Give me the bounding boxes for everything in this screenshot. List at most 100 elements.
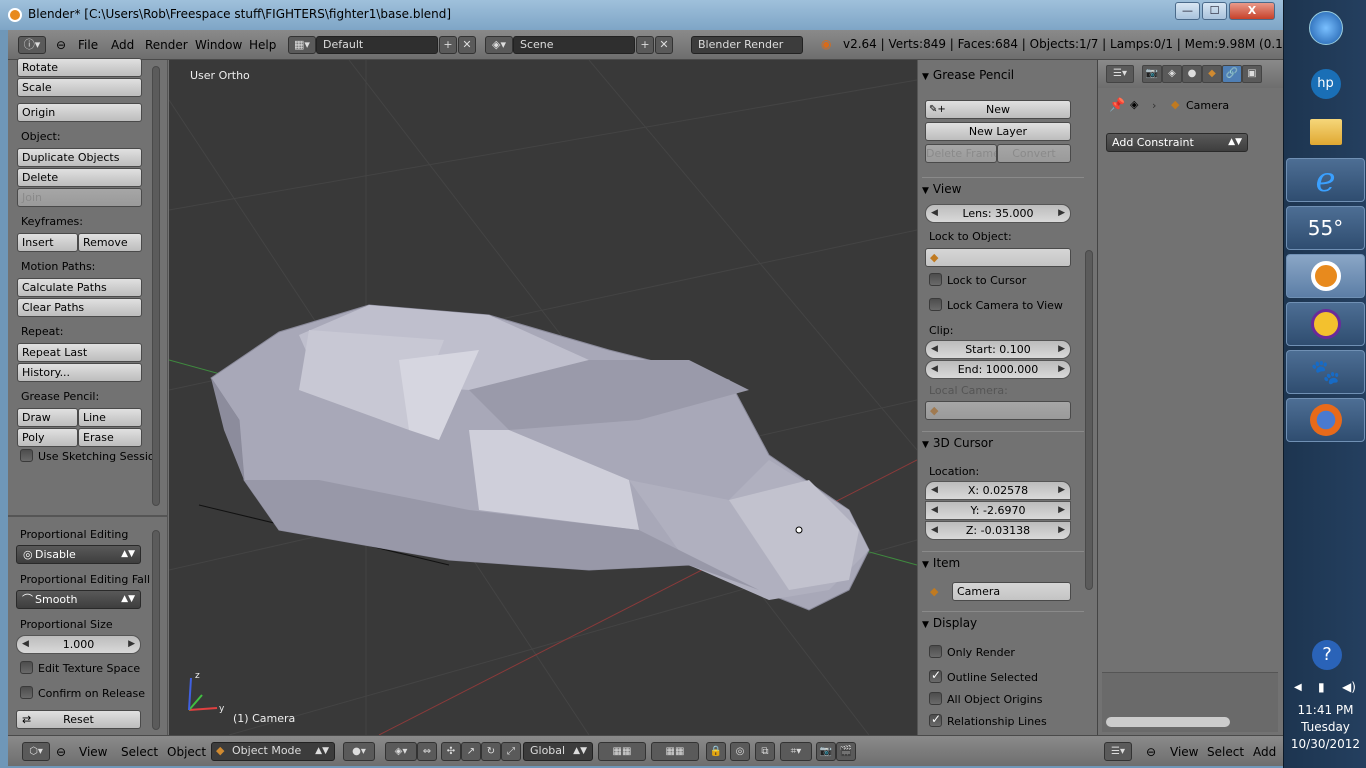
reset-button[interactable]: ⇄ Reset xyxy=(16,710,141,729)
render-tab-icon[interactable]: 📷 xyxy=(1142,65,1162,83)
menu-select[interactable]: Select xyxy=(121,745,158,759)
clear-paths-button[interactable]: Clear Paths xyxy=(17,298,142,317)
render-anim-icon[interactable]: 🎬 xyxy=(836,742,856,761)
mode-dropdown[interactable]: ◆ Object Mode ▲▼ xyxy=(211,742,335,761)
snap-icon[interactable]: ⧉ xyxy=(755,742,775,761)
menu-object[interactable]: Object xyxy=(167,745,206,759)
help-tray-icon[interactable]: ? xyxy=(1312,640,1342,670)
menu-add[interactable]: Add xyxy=(111,38,134,52)
lock-object-field[interactable]: ◆ xyxy=(925,248,1071,267)
proportional-editing-select[interactable]: ◎ Disable ▲▼ xyxy=(16,545,141,564)
tray-expand-icon[interactable]: ◀ xyxy=(1294,682,1302,693)
menu-render[interactable]: Render xyxy=(145,38,188,52)
history-button[interactable]: History... xyxy=(17,363,142,382)
proportional-falloff-select[interactable]: ⌒ Smooth ▲▼ xyxy=(16,590,141,609)
proportional-size-field[interactable]: ◀ 1.000 ▶ xyxy=(16,635,141,654)
render-engine-dropdown[interactable]: Blender Render xyxy=(691,36,803,54)
gimp-taskbar-icon[interactable]: 🐾 xyxy=(1286,350,1365,394)
power-tray-icon[interactable]: ▮ xyxy=(1318,680,1325,694)
menu-file[interactable]: File xyxy=(78,38,98,52)
insert-keyframe-button[interactable]: Insert xyxy=(17,233,78,252)
data-tab-icon[interactable]: ▣ xyxy=(1242,65,1262,83)
delete-frame-button[interactable]: Delete Frame xyxy=(925,144,997,163)
close-button[interactable]: X xyxy=(1229,2,1275,20)
clip-end-field[interactable]: ◀ End: 1000.000 ▶ xyxy=(925,360,1071,379)
3d-cursor-header[interactable]: ▼ 3D Cursor xyxy=(922,431,1084,453)
join-button[interactable]: Join xyxy=(17,188,142,207)
clock-time[interactable]: 11:41 PM xyxy=(1284,703,1366,717)
editor-type-icon[interactable]: ⬡▾ xyxy=(22,742,50,761)
origin-button[interactable]: Origin xyxy=(17,103,142,122)
add-constraint-dropdown[interactable]: Add Constraint ▲▼ xyxy=(1106,133,1248,152)
add-scene-icon[interactable]: + xyxy=(636,36,654,54)
translate-icon[interactable]: ↗ xyxy=(461,742,481,761)
explorer-taskbar-icon[interactable] xyxy=(1286,110,1365,154)
horizontal-scrollbar[interactable] xyxy=(1106,717,1230,727)
all-origins-checkbox[interactable] xyxy=(929,692,942,705)
collapse-menu-icon[interactable]: ⊖ xyxy=(1146,745,1156,759)
rotate-icon[interactable]: ↻ xyxy=(481,742,501,761)
calculate-paths-button[interactable]: Calculate Paths xyxy=(17,278,142,297)
volume-tray-icon[interactable]: ◀) xyxy=(1342,680,1356,694)
n-panel-scrollbar[interactable] xyxy=(1085,250,1093,590)
menu-select-right[interactable]: Select xyxy=(1207,745,1244,759)
hp-taskbar-icon[interactable]: hp xyxy=(1286,62,1365,106)
scene-dropdown[interactable]: Scene xyxy=(513,36,635,54)
item-header[interactable]: ▼ Item xyxy=(922,551,1084,573)
cursor-z-field[interactable]: ◀ Z: -0.03138 ▶ xyxy=(925,521,1071,540)
scene-icon[interactable]: ◈▾ xyxy=(485,36,513,54)
screen-layout-icon[interactable]: ▦▾ xyxy=(288,36,316,54)
cursor-x-field[interactable]: ◀ X: 0.02578 ▶ xyxy=(925,481,1071,500)
scale-button[interactable]: Scale xyxy=(17,78,142,97)
object-tab-icon[interactable]: ◆ xyxy=(1202,65,1222,83)
duplicate-objects-button[interactable]: Duplicate Objects xyxy=(17,148,142,167)
lock-layers-icon[interactable]: 🔒 xyxy=(706,742,726,761)
pivot-manipulate-icon[interactable]: ⇔ xyxy=(417,742,437,761)
relationship-lines-checkbox[interactable] xyxy=(929,712,942,727)
shading-icon[interactable]: ●▾ xyxy=(343,742,375,761)
pin-icon[interactable]: 📌 xyxy=(1109,98,1125,113)
remove-layout-icon[interactable]: ✕ xyxy=(458,36,476,54)
delete-button[interactable]: Delete xyxy=(17,168,142,187)
constraints-tab-icon[interactable]: 🔗 xyxy=(1222,65,1242,83)
menu-view[interactable]: View xyxy=(79,745,107,759)
minimize-button[interactable]: — xyxy=(1175,2,1200,20)
tool-shelf-scrollbar[interactable] xyxy=(152,66,160,506)
collapse-menu-icon[interactable]: ⊖ xyxy=(56,38,66,52)
proportional-icon[interactable]: ◎ xyxy=(730,742,750,761)
layers-right-icon[interactable]: ▦▦ xyxy=(651,742,699,761)
menu-help[interactable]: Help xyxy=(249,38,276,52)
confirm-release-checkbox[interactable] xyxy=(20,686,33,699)
lock-camera-checkbox[interactable] xyxy=(929,298,942,311)
lens-field[interactable]: ◀ Lens: 35.000 ▶ xyxy=(925,204,1071,223)
repeat-last-button[interactable]: Repeat Last xyxy=(17,343,142,362)
editor-type-icon[interactable]: ☰▾ xyxy=(1106,65,1134,83)
new-layer-button[interactable]: New Layer xyxy=(925,122,1071,141)
snap-element-icon[interactable]: ⌗▾ xyxy=(780,742,812,761)
outline-selected-checkbox[interactable] xyxy=(929,668,942,683)
world-tab-icon[interactable]: ● xyxy=(1182,65,1202,83)
ie-taskbar-icon[interactable]: e xyxy=(1286,158,1365,202)
menu-window[interactable]: Window xyxy=(195,38,242,52)
grease-pencil-header[interactable]: ▼ Grease Pencil xyxy=(922,68,1084,90)
draw-button[interactable]: Draw xyxy=(17,408,78,427)
pivot-icon[interactable]: ◈▾ xyxy=(385,742,417,761)
start-button[interactable] xyxy=(1286,6,1365,50)
firefox-taskbar-icon[interactable] xyxy=(1286,398,1365,442)
remove-keyframe-button[interactable]: Remove xyxy=(78,233,142,252)
manipulator-icon[interactable]: ✣ xyxy=(441,742,461,761)
clip-start-field[interactable]: ◀ Start: 0.100 ▶ xyxy=(925,340,1071,359)
weather-taskbar-icon[interactable]: 55° xyxy=(1286,206,1365,250)
erase-button[interactable]: Erase xyxy=(78,428,142,447)
display-header[interactable]: ▼ Display xyxy=(922,611,1084,633)
scale-icon[interactable]: ⤢ xyxy=(501,742,521,761)
local-camera-field[interactable]: ◆ xyxy=(925,401,1071,420)
only-render-checkbox[interactable] xyxy=(929,645,942,658)
remove-scene-icon[interactable]: ✕ xyxy=(655,36,673,54)
menu-add-right[interactable]: Add xyxy=(1253,745,1276,759)
orientation-dropdown[interactable]: Global ▲▼ xyxy=(523,742,593,761)
collapse-menu-icon[interactable]: ⊖ xyxy=(56,745,66,759)
poly-button[interactable]: Poly xyxy=(17,428,78,447)
layers-left-icon[interactable]: ▦▦ xyxy=(598,742,646,761)
maximize-button[interactable]: ☐ xyxy=(1202,2,1227,20)
